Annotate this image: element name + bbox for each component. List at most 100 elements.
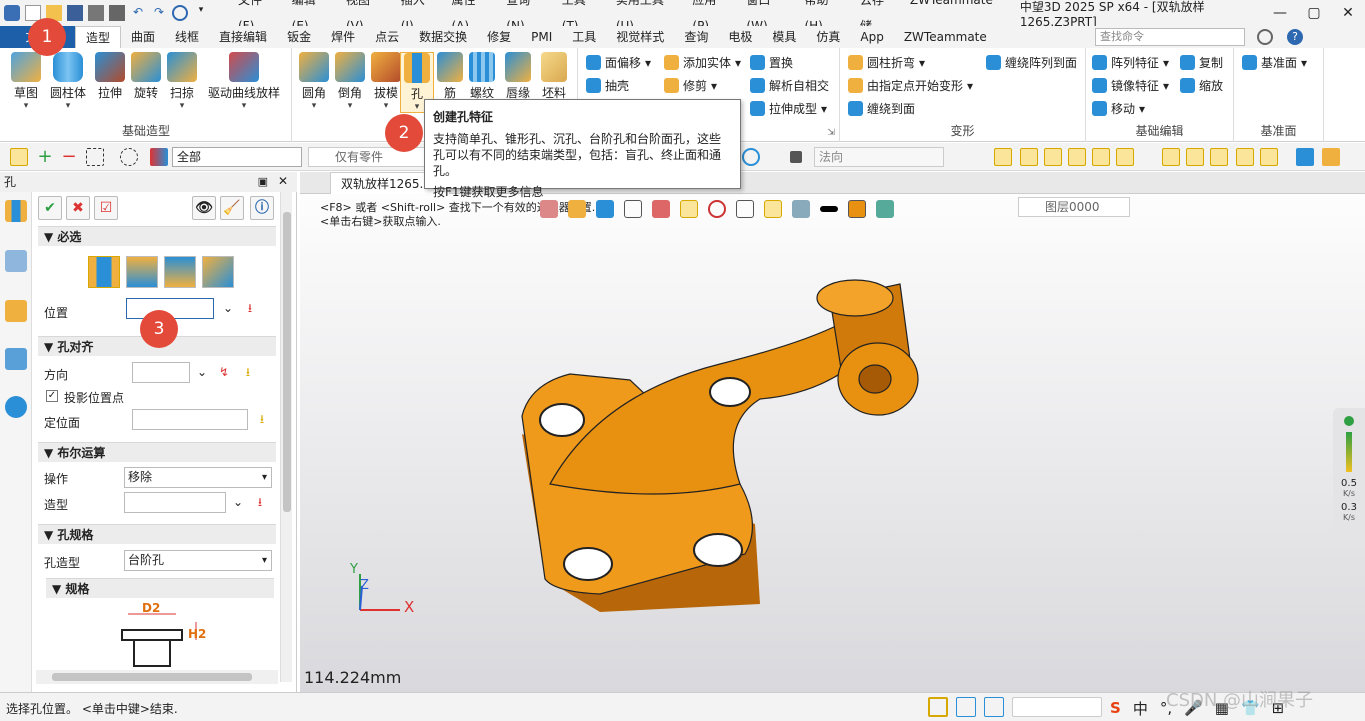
cylinder-button[interactable]: 圆柱体 ▾ [46, 52, 90, 111]
regenerate-icon[interactable] [172, 5, 188, 21]
stop-icon[interactable] [790, 151, 802, 163]
face-offset-button[interactable]: 面偏移 ▾ [586, 54, 651, 71]
section-boolean[interactable]: ▼ 布尔运算 [38, 442, 276, 462]
user-icon[interactable] [5, 396, 27, 418]
counterbore-hole-type-button[interactable] [126, 256, 158, 288]
extrude-forming-button[interactable]: 拉伸成型 ▾ [750, 100, 827, 117]
direction-chevron-icon[interactable]: ⌄ [194, 364, 210, 380]
deform-from-point-button[interactable]: 由指定点开始变形 ▾ [848, 77, 973, 94]
normal-select[interactable]: 法向 [814, 147, 944, 167]
snap-arc-icon[interactable] [1186, 148, 1204, 166]
add-solid-button[interactable]: 添加实体 ▾ [664, 54, 741, 71]
datum-plane-button[interactable]: 基准面 ▾ [1242, 54, 1307, 71]
snap-curve-icon[interactable] [1162, 148, 1180, 166]
thread-button[interactable]: 螺纹 [464, 52, 500, 101]
part-view-icon[interactable] [5, 300, 27, 322]
shape-input[interactable] [124, 492, 226, 513]
close-button[interactable]: ✕ [1331, 5, 1365, 21]
resolve-self-intersect-button[interactable]: 解析自相交 [750, 77, 829, 94]
panel-pin-icon[interactable]: ▣ [258, 175, 268, 188]
move-button[interactable]: 移动 ▾ [1092, 100, 1145, 117]
tab-zwteammate[interactable]: ZWTeammate [894, 26, 997, 48]
preview-button[interactable]: 👁 [192, 196, 216, 220]
replace-button[interactable]: 置换 [750, 54, 793, 71]
snap-line-icon[interactable] [1044, 148, 1062, 166]
pick-point-icon[interactable] [742, 148, 760, 166]
tab-direct-edit[interactable]: 直接编辑 [209, 26, 277, 48]
tapered-hole-type-button[interactable] [164, 256, 196, 288]
section-required[interactable]: ▼ 必选 [38, 226, 276, 246]
hole-type-select[interactable]: 台阶孔 [124, 550, 272, 571]
snap-circle-icon[interactable] [1116, 148, 1134, 166]
display-manager-icon[interactable] [5, 348, 27, 370]
pick-direction-icon[interactable]: ⭳ [240, 364, 256, 380]
pattern-feature-button[interactable]: 阵列特征 ▾ [1092, 54, 1169, 71]
status-list-icon[interactable] [984, 697, 1004, 717]
cancel-button[interactable]: ✖ [66, 196, 90, 220]
print-setup-icon[interactable] [109, 5, 125, 21]
tab-tools[interactable]: 工具 [562, 26, 606, 48]
sketch-button[interactable]: 草图 ▾ [4, 52, 48, 111]
shape-chevron-icon[interactable]: ⌄ [230, 494, 246, 510]
command-search-input[interactable]: 查找命令 [1095, 28, 1245, 46]
remove-icon[interactable]: − [60, 148, 78, 166]
redo-icon[interactable]: ↷ [151, 5, 167, 21]
filter-icon[interactable] [150, 148, 168, 166]
tab-mold[interactable]: 模具 [762, 26, 806, 48]
maximize-button[interactable]: ▢ [1297, 5, 1331, 21]
blank-button[interactable]: 坯料 [536, 52, 572, 101]
help-icon[interactable]: ? [1287, 29, 1303, 45]
panel-close-icon[interactable]: ✕ [278, 174, 288, 188]
snap-endpoint-icon[interactable] [994, 148, 1012, 166]
wrap-pattern-to-face-button[interactable]: 缠绕阵列到面 [986, 54, 1077, 71]
direction-input[interactable] [132, 362, 190, 383]
snap-tangent-icon[interactable] [1068, 148, 1086, 166]
section-hole-spec[interactable]: ▼ 孔规格 [38, 524, 276, 544]
scale-button[interactable]: 缩放 [1180, 77, 1223, 94]
history-tree-icon[interactable] [5, 250, 27, 272]
simple-hole-type-button[interactable] [88, 256, 120, 288]
brush-icon[interactable] [1322, 148, 1340, 166]
snap-center-icon[interactable] [1092, 148, 1110, 166]
trim-button[interactable]: 修剪 ▾ [664, 77, 717, 94]
panel-horizontal-scrollbar[interactable] [36, 670, 278, 684]
ime-logo-icon[interactable]: S [1110, 699, 1121, 717]
feature-panel-tab-icon[interactable] [5, 200, 27, 222]
snap-face-icon[interactable] [1236, 148, 1254, 166]
tab-sheet-metal[interactable]: 钣金 [277, 26, 321, 48]
wrap-to-face-button[interactable]: 缠绕到面 [848, 100, 915, 117]
operation-select[interactable]: 移除 [124, 467, 272, 488]
tab-query[interactable]: 查询 [674, 26, 718, 48]
add-icon[interactable]: + [36, 148, 54, 166]
clear-button[interactable]: 🧹 [220, 196, 244, 220]
info-button[interactable]: ⓘ [250, 196, 274, 220]
section-size[interactable]: ▼ 规格 [46, 578, 274, 598]
print-icon[interactable] [88, 5, 104, 21]
cylinder-bend-button[interactable]: 圆柱折弯 ▾ [848, 54, 925, 71]
lip-button[interactable]: 唇缘 [500, 52, 536, 101]
expand-chevron-icon[interactable]: ⌄ [220, 300, 236, 316]
pick-face-icon[interactable]: ⭳ [254, 411, 270, 427]
rib-button[interactable]: 筋 [432, 52, 468, 101]
minimize-button[interactable]: — [1263, 5, 1297, 21]
status-input-box[interactable] [1012, 697, 1102, 717]
apply-button[interactable]: ☑ [94, 196, 118, 220]
copy-button[interactable]: 复制 [1180, 54, 1223, 71]
panel-vertical-scrollbar[interactable] [280, 192, 292, 682]
snap-intersection-icon[interactable] [1210, 148, 1228, 166]
bracket-model[interactable] [300, 194, 1365, 692]
reverse-direction-icon[interactable]: ↯ [216, 364, 232, 380]
drive-curve-loft-button[interactable]: 驱动曲线放样 ▾ [204, 52, 284, 111]
sweep-button[interactable]: 扫掠 ▾ [160, 52, 204, 111]
status-screen-icon[interactable] [956, 697, 976, 717]
tab-app[interactable]: App [850, 26, 893, 48]
save-icon[interactable] [67, 5, 83, 21]
view-cube-icon[interactable] [1296, 148, 1314, 166]
tab-surface[interactable]: 曲面 [121, 26, 165, 48]
tab-simulation[interactable]: 仿真 [806, 26, 850, 48]
pick-position-icon[interactable]: ⭳ [242, 300, 258, 316]
tab-data-exchange[interactable]: 数据交换 [409, 26, 477, 48]
ime-chinese-toggle[interactable]: 中 [1133, 698, 1148, 719]
tab-pmi[interactable]: PMI [521, 26, 562, 48]
tab-repair[interactable]: 修复 [477, 26, 521, 48]
